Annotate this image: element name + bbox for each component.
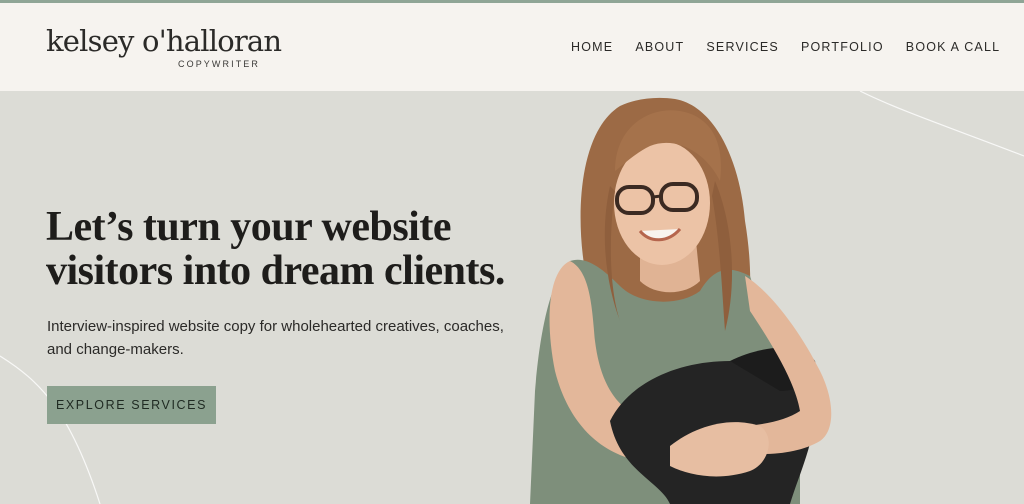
nav-item-book-a-call[interactable]: BOOK A CALL: [906, 40, 1001, 54]
hero-section: Let’s turn your website visitors into dr…: [0, 91, 1024, 504]
nav-item-about[interactable]: ABOUT: [635, 40, 684, 54]
explore-services-button[interactable]: EXPLORE SERVICES: [47, 386, 216, 424]
nav-item-portfolio[interactable]: PORTFOLIO: [801, 40, 884, 54]
nav-item-home[interactable]: HOME: [571, 40, 613, 54]
site-header: kelsey o'halloran COPYWRITER HOME ABOUT …: [0, 3, 1024, 91]
site-logo[interactable]: kelsey o'halloran COPYWRITER: [46, 23, 282, 69]
headline-line-1: Let’s turn your website: [46, 204, 451, 250]
hero-subtext: Interview-inspired website copy for whol…: [47, 318, 504, 358]
logo-name: kelsey o'halloran: [46, 24, 282, 58]
portrait-photo: [530, 97, 832, 504]
main-nav: HOME ABOUT SERVICES PORTFOLIO BOOK A CAL…: [571, 40, 1000, 54]
headline-line-2: visitors into dream clients.: [46, 248, 505, 294]
nav-item-services[interactable]: SERVICES: [706, 40, 779, 54]
logo-tagline: COPYWRITER: [178, 59, 261, 69]
hero-headline: Let’s turn your website visitors into dr…: [46, 205, 566, 293]
